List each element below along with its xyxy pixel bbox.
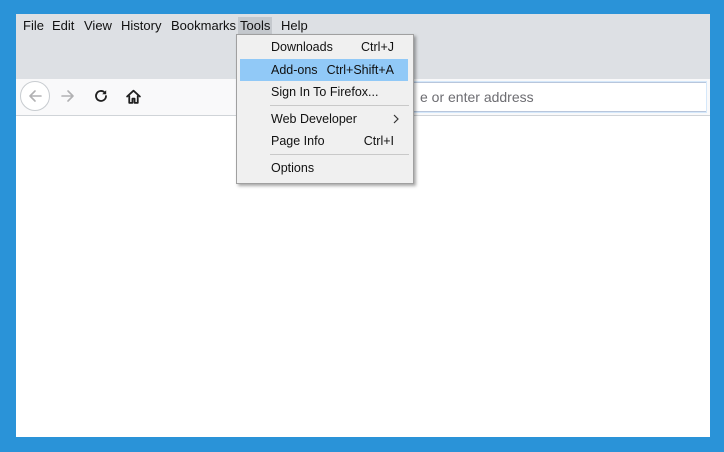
- back-button[interactable]: [20, 81, 50, 111]
- menu-file[interactable]: File: [21, 17, 46, 34]
- menu-item-label: Add-ons: [271, 63, 318, 77]
- home-icon: [125, 89, 141, 104]
- reload-button[interactable]: [87, 82, 115, 110]
- menu-item-web-developer[interactable]: Web Developer: [240, 108, 408, 130]
- menu-item-downloads[interactable]: Downloads Ctrl+J: [240, 36, 408, 58]
- menu-item-page-info[interactable]: Page Info Ctrl+I: [240, 130, 408, 152]
- menu-item-shortcut: Ctrl+Shift+A: [326, 63, 394, 77]
- forward-button[interactable]: [54, 82, 82, 110]
- menu-history[interactable]: History: [119, 17, 163, 34]
- menu-item-options[interactable]: Options: [240, 157, 408, 179]
- menu-separator: [270, 154, 409, 155]
- menu-edit[interactable]: Edit: [50, 17, 76, 34]
- address-bar[interactable]: [396, 82, 706, 112]
- reload-icon: [95, 90, 107, 102]
- menu-item-label: Sign In To Firefox...: [271, 85, 379, 99]
- tools-menu-dropdown: Downloads Ctrl+J Add-ons Ctrl+Shift+A Si…: [236, 34, 414, 184]
- browser-window: File Edit View History Bookmarks Tools H…: [16, 14, 710, 437]
- menu-view[interactable]: View: [82, 17, 114, 34]
- submenu-arrow-icon: [393, 114, 399, 124]
- forward-arrow-icon: [61, 90, 74, 102]
- menu-item-add-ons[interactable]: Add-ons Ctrl+Shift+A: [240, 59, 408, 81]
- menu-bookmarks[interactable]: Bookmarks: [169, 17, 238, 34]
- menu-item-sign-in[interactable]: Sign In To Firefox...: [240, 81, 408, 103]
- menu-item-shortcut: Ctrl+I: [363, 134, 394, 148]
- url-input[interactable]: [397, 83, 706, 111]
- menu-item-label: Page Info: [271, 134, 325, 148]
- menu-item-label: Options: [271, 161, 315, 175]
- menu-help[interactable]: Help: [279, 17, 310, 34]
- back-arrow-icon: [29, 90, 42, 102]
- home-button[interactable]: [119, 82, 147, 110]
- menu-item-shortcut: Ctrl+J: [361, 40, 394, 54]
- menu-item-label: Web Developer: [271, 112, 357, 126]
- menu-separator: [270, 105, 409, 106]
- menu-tools[interactable]: Tools: [238, 17, 273, 34]
- menu-item-label: Downloads: [271, 40, 333, 54]
